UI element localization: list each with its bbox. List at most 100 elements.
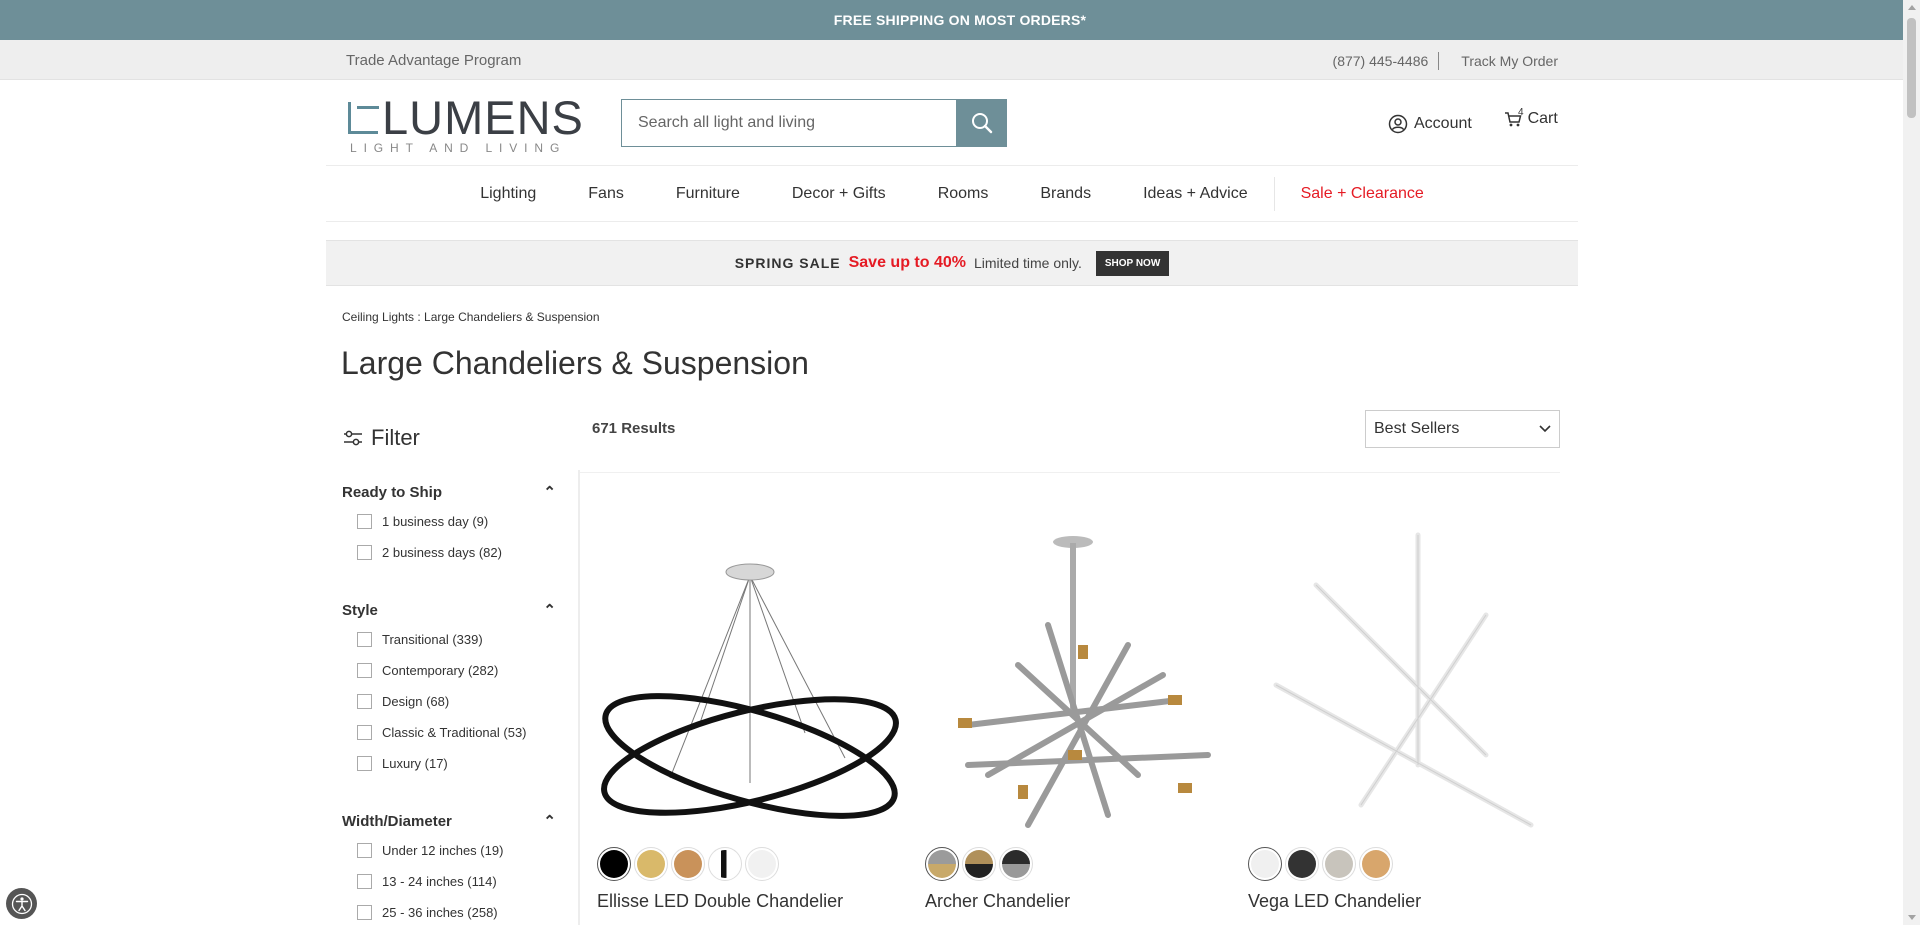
facet-option[interactable]: Contemporary (282): [342, 655, 556, 686]
facet-option[interactable]: Transitional (339): [342, 624, 556, 655]
scroll-thumb[interactable]: [1907, 18, 1916, 118]
nav-brands[interactable]: Brands: [1014, 185, 1117, 203]
color-swatches: [925, 847, 1230, 881]
sort-select[interactable]: Best Sellers: [1365, 410, 1560, 448]
account-label: Account: [1414, 115, 1472, 132]
swatch[interactable]: [708, 847, 742, 881]
facet-header[interactable]: Width/Diameter ⌃: [342, 811, 556, 831]
product-card[interactable]: Ellisse LED Double Chandelier: [597, 520, 902, 912]
product-image[interactable]: [925, 520, 1230, 835]
nav-ideas-advice[interactable]: Ideas + Advice: [1117, 185, 1274, 203]
swatch[interactable]: [1359, 847, 1393, 881]
scrollbar[interactable]: [1903, 0, 1920, 925]
product-name[interactable]: Archer Chandelier: [925, 891, 1230, 912]
promo-bar[interactable]: FREE SHIPPING ON MOST ORDERS*: [0, 0, 1920, 40]
swatch[interactable]: [925, 847, 959, 881]
checkbox[interactable]: [357, 756, 372, 771]
phone-link[interactable]: (877) 445-4486: [1333, 53, 1429, 69]
checkbox[interactable]: [357, 514, 372, 529]
facet-option[interactable]: 2 business days (82): [342, 537, 556, 568]
checkbox[interactable]: [357, 632, 372, 647]
site-header: LUMENS LIGHT AND LIVING Account 4 Cart: [0, 80, 1920, 165]
facet-title: Ready to Ship: [342, 483, 443, 501]
account-link[interactable]: Account: [1388, 114, 1472, 134]
sale-offer: Save up to 40%: [848, 254, 966, 271]
color-swatches: [1248, 847, 1553, 881]
nav-furniture[interactable]: Furniture: [650, 185, 766, 203]
checkbox[interactable]: [357, 663, 372, 678]
facet-width-diameter: Width/Diameter ⌃ Under 12 inches (19) 13 …: [342, 811, 556, 925]
option-label: Classic & Traditional (53): [382, 725, 527, 740]
facet-header[interactable]: Style ⌃: [342, 600, 556, 620]
promo-text: FREE SHIPPING ON MOST ORDERS*: [833, 12, 1087, 28]
chevron-up-icon: ⌃: [543, 602, 556, 619]
sale-banner: SPRING SALE Save up to 40% Limited time …: [326, 240, 1578, 286]
nav-lighting[interactable]: Lighting: [454, 185, 562, 203]
facet-option[interactable]: Under 12 inches (19): [342, 835, 556, 866]
checkbox[interactable]: [357, 843, 372, 858]
swatch[interactable]: [1248, 847, 1282, 881]
search-icon: [971, 113, 992, 134]
nav-rooms[interactable]: Rooms: [912, 185, 1015, 203]
swatch[interactable]: [1285, 847, 1319, 881]
logo[interactable]: LUMENS LIGHT AND LIVING: [348, 94, 584, 155]
swatch[interactable]: [999, 847, 1033, 881]
option-label: 1 business day (9): [382, 514, 489, 529]
nav-sale-clearance[interactable]: Sale + Clearance: [1275, 185, 1450, 203]
option-label: Transitional (339): [382, 632, 483, 647]
sort-value: Best Sellers: [1374, 420, 1460, 437]
product-card[interactable]: Vega LED Chandelier: [1248, 520, 1553, 912]
track-order-link[interactable]: Track My Order: [1461, 53, 1558, 69]
filter-heading[interactable]: Filter: [343, 425, 420, 451]
results-count: 671 Results: [592, 420, 676, 437]
option-label: 25 - 36 inches (258): [382, 905, 498, 920]
swatch[interactable]: [962, 847, 996, 881]
checkbox[interactable]: [357, 694, 372, 709]
logo-mark-icon: [348, 102, 379, 134]
chevron-up-icon: ⌃: [543, 813, 556, 830]
product-name[interactable]: Ellisse LED Double Chandelier: [597, 891, 902, 912]
shop-now-button[interactable]: SHOP NOW: [1095, 250, 1170, 276]
facet-option[interactable]: Luxury (17): [342, 748, 556, 779]
facet-option[interactable]: 1 business day (9): [342, 506, 556, 537]
checkbox[interactable]: [357, 725, 372, 740]
trade-program-link[interactable]: Trade Advantage Program: [346, 52, 521, 69]
search-bar: [621, 99, 1007, 147]
facet-option[interactable]: Classic & Traditional (53): [342, 717, 556, 748]
search-input[interactable]: [621, 99, 956, 147]
color-swatches: [597, 847, 902, 881]
breadcrumb[interactable]: Ceiling Lights : Large Chandeliers & Sus…: [342, 310, 600, 324]
page-title: Large Chandeliers & Suspension: [341, 345, 809, 381]
filter-label: Filter: [371, 425, 420, 450]
cart-label: Cart: [1527, 110, 1558, 127]
accessibility-icon: [11, 893, 32, 914]
swatch[interactable]: [597, 847, 631, 881]
swatch[interactable]: [745, 847, 779, 881]
facet-ready-to-ship: Ready to Ship ⌃ 1 business day (9) 2 busi…: [342, 482, 556, 568]
product-image[interactable]: [597, 520, 902, 835]
swatch[interactable]: [671, 847, 705, 881]
product-name[interactable]: Vega LED Chandelier: [1248, 891, 1553, 912]
checkbox[interactable]: [357, 905, 372, 920]
swatch[interactable]: [1322, 847, 1356, 881]
chevron-up-icon: ⌃: [543, 484, 556, 501]
checkbox[interactable]: [357, 874, 372, 889]
product-card[interactable]: Archer Chandelier: [925, 520, 1230, 912]
utility-bar: Trade Advantage Program (877) 445-4486 T…: [0, 40, 1920, 80]
product-image[interactable]: [1248, 520, 1553, 835]
sale-note: Limited time only.: [973, 255, 1082, 271]
facet-option[interactable]: Design (68): [342, 686, 556, 717]
scroll-up-icon[interactable]: [1908, 5, 1916, 10]
swatch[interactable]: [634, 847, 668, 881]
cart-link[interactable]: 4 Cart: [1504, 107, 1558, 128]
nav-decor-gifts[interactable]: Decor + Gifts: [766, 185, 912, 203]
facet-option[interactable]: 25 - 36 inches (258): [342, 897, 556, 925]
search-button[interactable]: [956, 99, 1007, 147]
scroll-down-icon[interactable]: [1908, 915, 1916, 920]
nav-fans[interactable]: Fans: [562, 185, 650, 203]
facet-option[interactable]: 13 - 24 inches (114): [342, 866, 556, 897]
accessibility-button[interactable]: [6, 888, 37, 919]
checkbox[interactable]: [357, 545, 372, 560]
facet-header[interactable]: Ready to Ship ⌃: [342, 482, 556, 502]
divider: [1438, 52, 1440, 70]
